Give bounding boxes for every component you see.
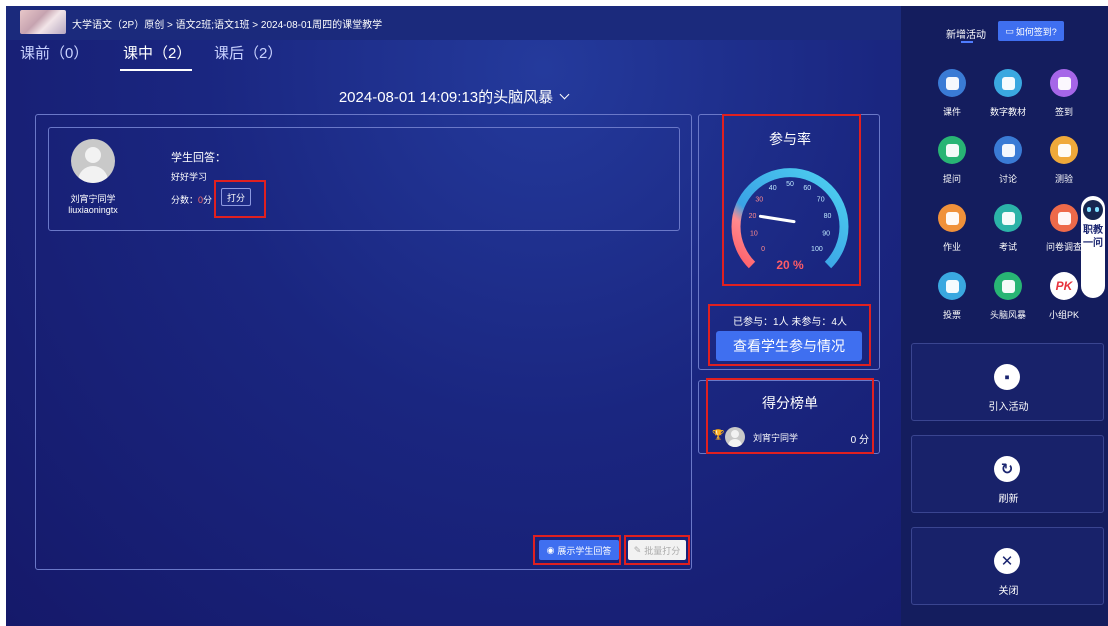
highlight-box	[722, 114, 861, 286]
activity-sidebar: 新增活动 ▭ 如何签到? 课件 数字教材 签到 提问 讨论 测验 作业 考试 问卷调查 投票 头脑风暴…	[901, 6, 1108, 626]
active-tab-indicator	[120, 69, 192, 71]
tool-label: 课件	[942, 107, 961, 117]
tool-question[interactable]: 提问	[927, 136, 977, 192]
tab-before-class[interactable]: 课前（0）	[20, 42, 88, 63]
tool-vote[interactable]: 投票	[927, 272, 977, 328]
sidebar-header-indicator	[961, 41, 973, 43]
student-name: 刘宵宁同学	[70, 194, 116, 204]
tool-textbook[interactable]: 数字教材	[983, 69, 1033, 125]
tool-label: 头脑风暴	[989, 310, 1026, 320]
import-activity-label: 引入活动	[988, 402, 1029, 413]
tool-label: 作业	[942, 242, 961, 252]
discussion-icon	[994, 136, 1022, 164]
main-panel: 大学语文（2P）原创 > 语文2班;语文1班 > 2024-08-01周四的课堂…	[6, 6, 901, 626]
highlight-box	[708, 304, 871, 366]
highlight-box	[624, 535, 690, 565]
highlight-box	[214, 180, 266, 218]
homework-icon	[938, 204, 966, 232]
score-label: 分数：0分	[171, 193, 212, 206]
tool-label: 讨论	[998, 174, 1017, 184]
tool-checkin[interactable]: 签到	[1039, 69, 1089, 125]
group-pk-icon: PK	[1050, 272, 1078, 300]
tool-label: 小组PK	[1048, 310, 1079, 320]
close-button[interactable]: ✕ 关闭	[911, 527, 1104, 605]
question-icon	[938, 136, 966, 164]
tool-label: 数字教材	[989, 107, 1026, 117]
tool-label: 投票	[942, 310, 961, 320]
tool-discussion[interactable]: 讨论	[983, 136, 1033, 192]
classroom-app: 大学语文（2P）原创 > 语文2班;语文1班 > 2024-08-01周四的课堂…	[6, 6, 1108, 626]
exam-icon	[994, 204, 1022, 232]
refresh-icon: ↻	[994, 456, 1020, 482]
tool-label: 签到	[1054, 107, 1073, 117]
chevron-down-icon[interactable]	[559, 89, 570, 100]
tab-after-class[interactable]: 课后（2）	[214, 42, 282, 63]
breadcrumb[interactable]: 大学语文（2P）原创 > 语文2班;语文1班 > 2024-08-01周四的课堂…	[72, 16, 382, 31]
tab-in-class[interactable]: 课中（2）	[123, 42, 191, 63]
breadcrumb-bar: 大学语文（2P）原创 > 语文2班;语文1班 > 2024-08-01周四的课堂…	[6, 6, 901, 40]
checkin-icon	[1050, 69, 1078, 97]
answer-label: 学生回答：	[171, 152, 226, 164]
activity-title[interactable]: 2024-08-01 14:09:13的头脑风暴	[6, 86, 901, 107]
tool-label: 提问	[942, 174, 961, 184]
tool-quiz[interactable]: 测验	[1039, 136, 1089, 192]
assistant-widget[interactable]: 职教一问	[1081, 196, 1105, 298]
refresh-button[interactable]: ↻ 刷新	[911, 435, 1104, 513]
refresh-label: 刷新	[998, 494, 1019, 505]
tool-label: 考试	[998, 242, 1017, 252]
answer-text: 好好学习	[171, 172, 208, 182]
tool-exam[interactable]: 考试	[983, 204, 1033, 260]
tool-homework[interactable]: 作业	[927, 204, 977, 260]
tool-brainstorm[interactable]: 头脑风暴	[983, 272, 1033, 328]
screen-icon: ▭	[1005, 25, 1014, 36]
close-label: 关闭	[998, 586, 1019, 597]
survey-icon	[1050, 204, 1078, 232]
robot-icon	[1083, 200, 1103, 220]
pk-text: PK	[1055, 279, 1073, 293]
answers-panel: 刘宵宁同学 liuxiaoningtx 学生回答： 好好学习 分数：0分 打分 …	[35, 114, 692, 570]
tool-courseware[interactable]: 课件	[927, 69, 977, 125]
import-activity-button[interactable]: ▪ 引入活动	[911, 343, 1104, 421]
avatar	[71, 139, 115, 183]
activity-title-text: 2024-08-01 14:09:13的头脑风暴	[338, 89, 554, 106]
student-id: liuxiaoningtx	[68, 205, 118, 215]
answer-card: 刘宵宁同学 liuxiaoningtx 学生回答： 好好学习 分数：0分 打分	[48, 127, 680, 231]
howto-checkin-label: 如何签到?	[1015, 26, 1057, 37]
assistant-label: 职教一问	[1083, 225, 1103, 249]
howto-checkin-button[interactable]: ▭ 如何签到?	[998, 21, 1064, 41]
brainstorm-icon	[994, 272, 1022, 300]
highlight-box	[533, 535, 621, 565]
tool-label: 测验	[1054, 174, 1073, 184]
vote-icon	[938, 272, 966, 300]
close-icon: ✕	[994, 548, 1020, 574]
courseware-icon	[938, 69, 966, 97]
highlight-box	[706, 378, 874, 454]
quiz-icon	[1050, 136, 1078, 164]
score-unit: 分	[203, 195, 213, 205]
import-icon: ▪	[994, 364, 1020, 390]
course-thumbnail	[20, 10, 66, 34]
sidebar-header[interactable]: 新增活动	[946, 26, 986, 41]
textbook-icon	[994, 69, 1022, 97]
score-prefix: 分数：	[171, 195, 199, 205]
